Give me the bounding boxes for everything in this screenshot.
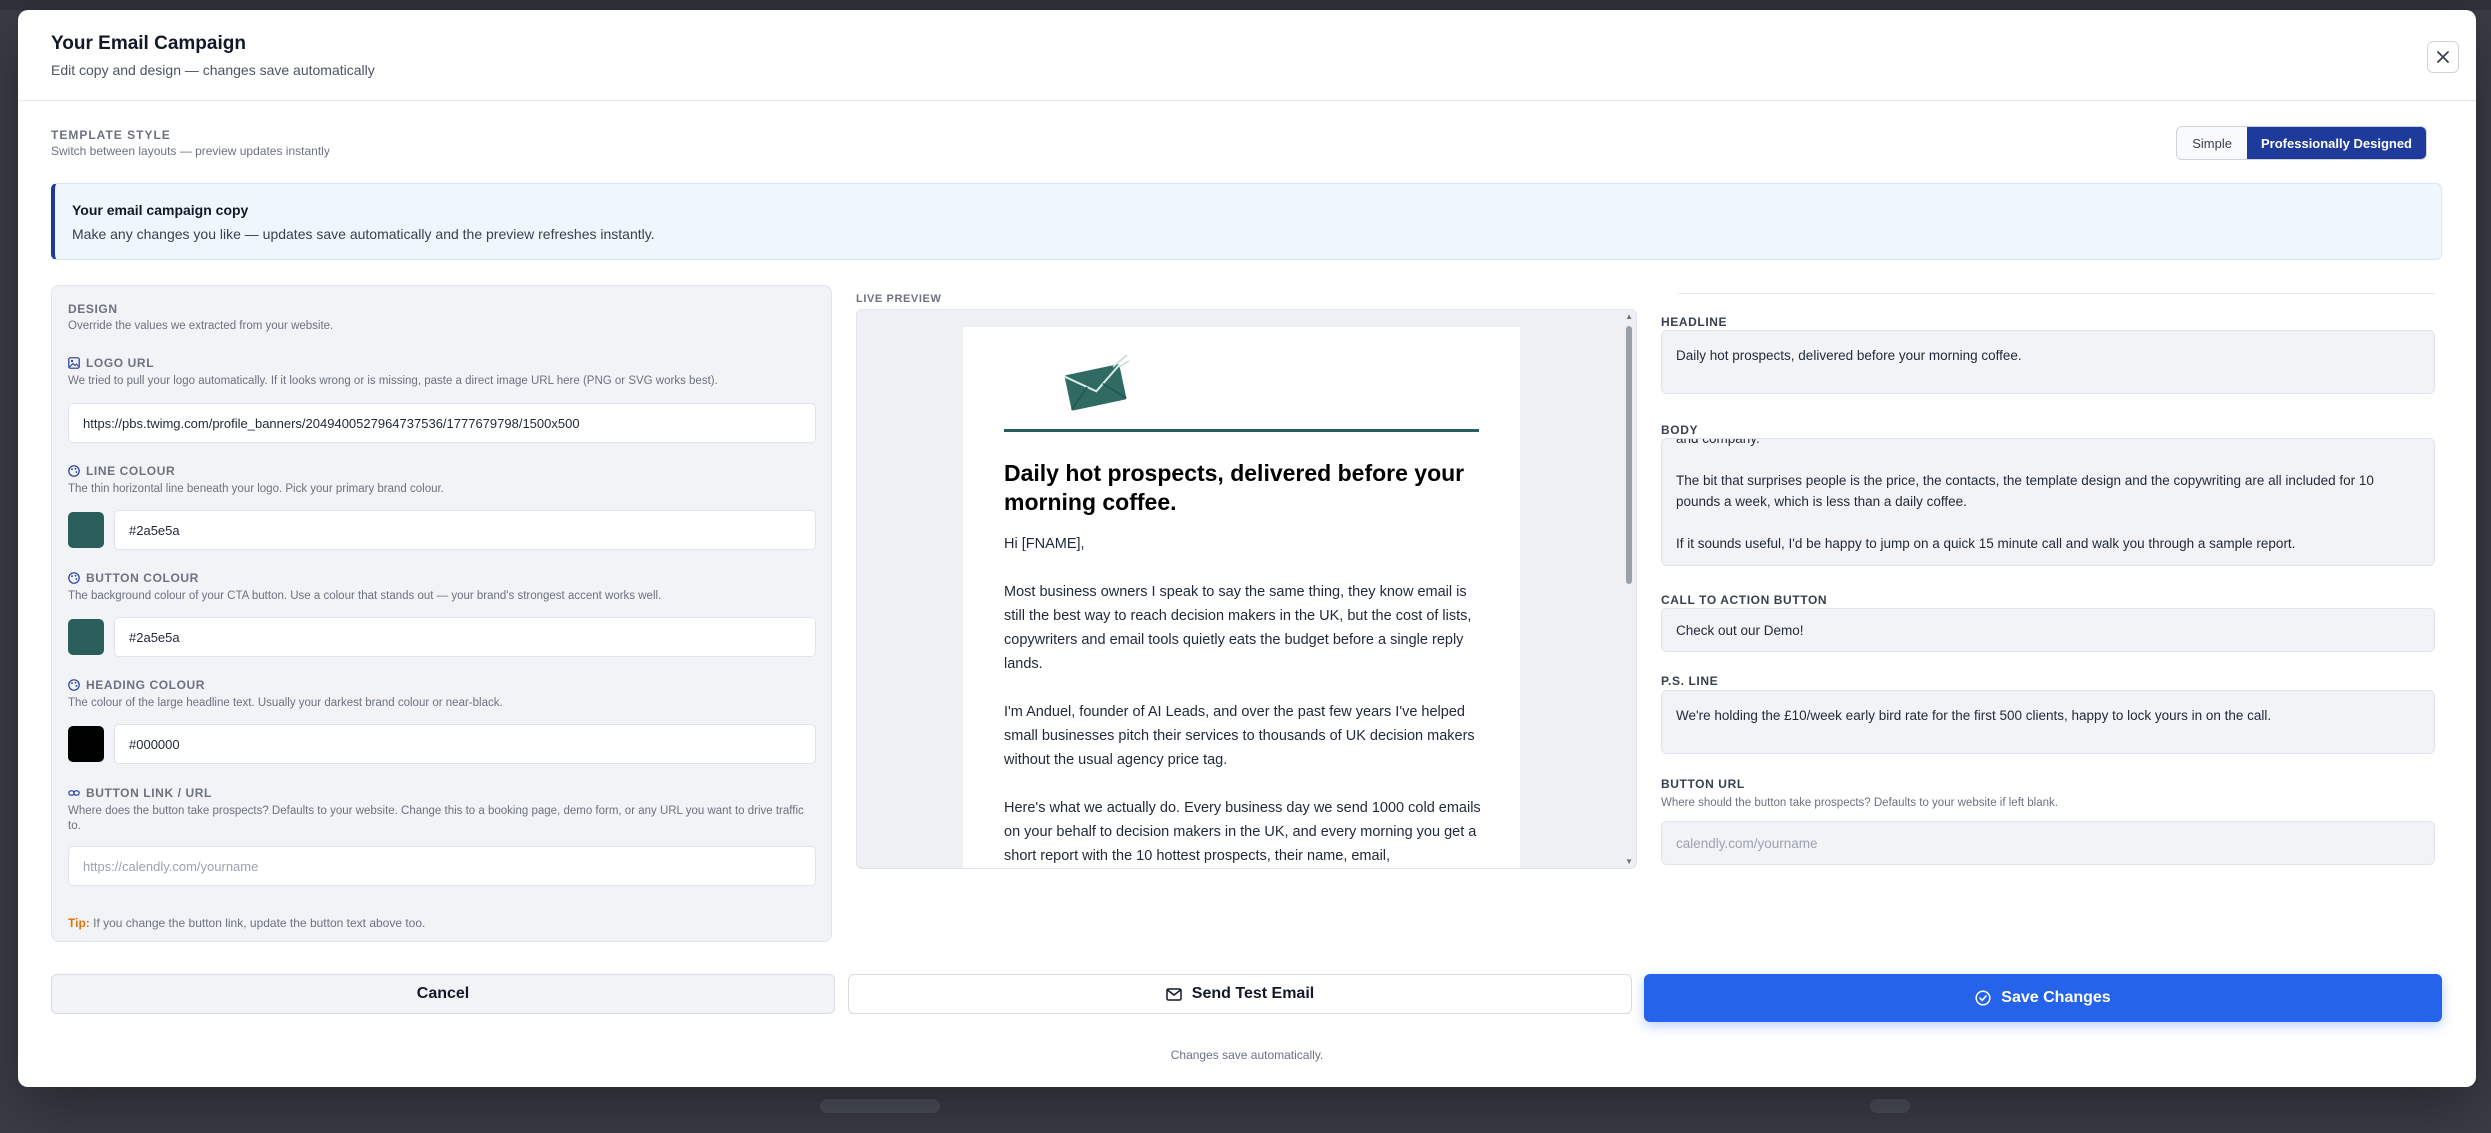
email-brand-line xyxy=(1004,429,1479,432)
body-label: BODY xyxy=(1661,423,1699,437)
save-changes-button[interactable]: Save Changes xyxy=(1644,974,2442,1022)
cancel-button-label: Cancel xyxy=(416,985,470,1002)
email-paragraph: I'm Anduel, founder of AI Leads, and ove… xyxy=(1004,704,1475,768)
email-headline: Daily hot prospects, delivered before yo… xyxy=(1004,460,1465,515)
ps-input[interactable]: We're holding the £10/week early bird ra… xyxy=(1661,690,2435,754)
heading-colour-swatch[interactable] xyxy=(68,726,104,762)
close-button[interactable] xyxy=(2427,41,2459,73)
modal-title: Your Email Campaign xyxy=(51,33,246,54)
palette-icon xyxy=(68,465,80,477)
email-paragraph: Here's what we actually do. Every busine… xyxy=(1004,800,1481,864)
preview-scrollbar-thumb[interactable] xyxy=(1626,326,1632,584)
button-link-label: BUTTON LINK / URL xyxy=(68,786,212,800)
button-colour-swatch[interactable] xyxy=(68,619,104,655)
heading-colour-label-text: HEADING COLOUR xyxy=(86,678,206,692)
design-help: Override the values we extracted from yo… xyxy=(68,320,334,332)
button-url-help: Where should the button take prospects? … xyxy=(1661,797,2058,809)
line-colour-swatch[interactable] xyxy=(68,512,104,548)
modal-header: Your Email Campaign Edit copy and design… xyxy=(18,10,2476,101)
image-icon xyxy=(68,357,80,369)
design-panel: DESIGN Override the values we extracted … xyxy=(51,285,832,942)
button-link-input[interactable]: https://calendly.com/yourname xyxy=(68,846,816,886)
send-test-email-button[interactable]: Send Test Email xyxy=(848,974,1632,1014)
scroll-down-arrow-icon[interactable]: ▼ xyxy=(1625,857,1633,866)
cta-input[interactable]: Check out our Demo! xyxy=(1661,608,2435,652)
body-textarea[interactable]: and company. The bit that surprises peop… xyxy=(1661,438,2435,566)
template-style-label: TEMPLATE STYLE xyxy=(51,128,171,142)
link-icon xyxy=(68,790,80,796)
cancel-button[interactable]: Cancel xyxy=(51,974,835,1014)
logo-url-label: LOGO URL xyxy=(68,356,154,370)
body-line: If it sounds useful, I'd be happy to jum… xyxy=(1676,536,2296,551)
info-callout: Your email campaign copy Make any change… xyxy=(51,183,2442,260)
email-paragraph: Hi [FNAME], xyxy=(1004,536,1085,552)
cta-label: CALL TO ACTION BUTTON xyxy=(1661,593,1828,607)
button-colour-label: BUTTON COLOUR xyxy=(68,571,199,585)
send-test-email-label: Send Test Email xyxy=(1191,985,1315,1002)
live-preview-frame[interactable]: Daily hot prospects, delivered before yo… xyxy=(856,309,1637,869)
body-line: and company. xyxy=(1676,438,1760,446)
backdrop-item xyxy=(820,1099,940,1113)
palette-icon xyxy=(68,572,80,584)
tip-body: If you change the button link, update th… xyxy=(89,916,426,930)
live-preview-label: LIVE PREVIEW xyxy=(856,293,942,305)
button-link-help: Where does the button take prospects? De… xyxy=(68,805,804,832)
check-circle-icon xyxy=(1975,990,1991,1006)
scroll-up-arrow-icon[interactable]: ▲ xyxy=(1625,312,1633,321)
info-title: Your email campaign copy xyxy=(72,202,249,218)
close-icon xyxy=(2437,51,2449,63)
mail-icon xyxy=(1166,987,1182,1001)
palette-icon xyxy=(68,679,80,691)
line-colour-label-text: LINE COLOUR xyxy=(86,464,176,478)
heading-colour-label: HEADING COLOUR xyxy=(68,678,205,692)
info-text: Make any changes you like — updates save… xyxy=(72,226,655,242)
heading-colour-input[interactable]: #000000 xyxy=(114,724,816,764)
logo-url-input[interactable]: https://pbs.twimg.com/profile_banners/20… xyxy=(68,403,816,443)
button-colour-input[interactable]: #2a5e5a xyxy=(114,617,816,657)
fields-divider xyxy=(1678,293,2435,294)
tip-label: Tip: xyxy=(68,916,90,930)
logo-url-help: We tried to pull your logo automatically… xyxy=(68,375,718,387)
backdrop-item xyxy=(1870,1099,1910,1113)
email-campaign-modal: Your Email Campaign Edit copy and design… xyxy=(18,10,2476,1087)
autosave-note: Changes save automatically. xyxy=(1170,1048,1324,1062)
line-colour-input[interactable]: #2a5e5a xyxy=(114,510,816,550)
logo-url-label-text: LOGO URL xyxy=(86,356,155,370)
body-line: The bit that surprises people is the pri… xyxy=(1676,473,2374,509)
template-style-toggle: Simple Professionally Designed xyxy=(2176,126,2427,160)
tip-text: Tip: If you change the button link, upda… xyxy=(68,916,425,930)
design-title: DESIGN xyxy=(68,302,118,316)
template-option-simple[interactable]: Simple xyxy=(2177,127,2247,159)
email-preview-card: Daily hot prospects, delivered before yo… xyxy=(963,327,1520,868)
template-option-professional[interactable]: Professionally Designed xyxy=(2247,127,2426,159)
button-colour-label-text: BUTTON COLOUR xyxy=(86,571,199,585)
ps-label: P.S. LINE xyxy=(1661,674,1719,688)
envelope-logo-icon xyxy=(1064,354,1130,411)
modal-subtitle: Edit copy and design — changes save auto… xyxy=(51,62,375,78)
headline-label: HEADLINE xyxy=(1661,315,1728,329)
template-style-help: Switch between layouts — preview updates… xyxy=(51,144,330,158)
button-link-label-text: BUTTON LINK / URL xyxy=(86,786,212,800)
backdrop-bottom xyxy=(0,1087,2491,1133)
save-changes-label: Save Changes xyxy=(2001,989,2111,1006)
button-colour-help: The background colour of your CTA button… xyxy=(68,590,662,602)
button-url-label: BUTTON URL xyxy=(1661,777,1745,791)
headline-input[interactable]: Daily hot prospects, delivered before yo… xyxy=(1661,330,2435,394)
heading-colour-help: The colour of the large headline text. U… xyxy=(68,697,503,709)
line-colour-help: The thin horizontal line beneath your lo… xyxy=(68,483,444,495)
email-body: Hi [FNAME], Most business owners I speak… xyxy=(1004,532,1484,868)
button-url-input[interactable]: calendly.com/yourname xyxy=(1661,821,2435,865)
backdrop-top xyxy=(0,0,2491,10)
line-colour-label: LINE COLOUR xyxy=(68,464,175,478)
email-paragraph: Most business owners I speak to say the … xyxy=(1004,584,1472,672)
